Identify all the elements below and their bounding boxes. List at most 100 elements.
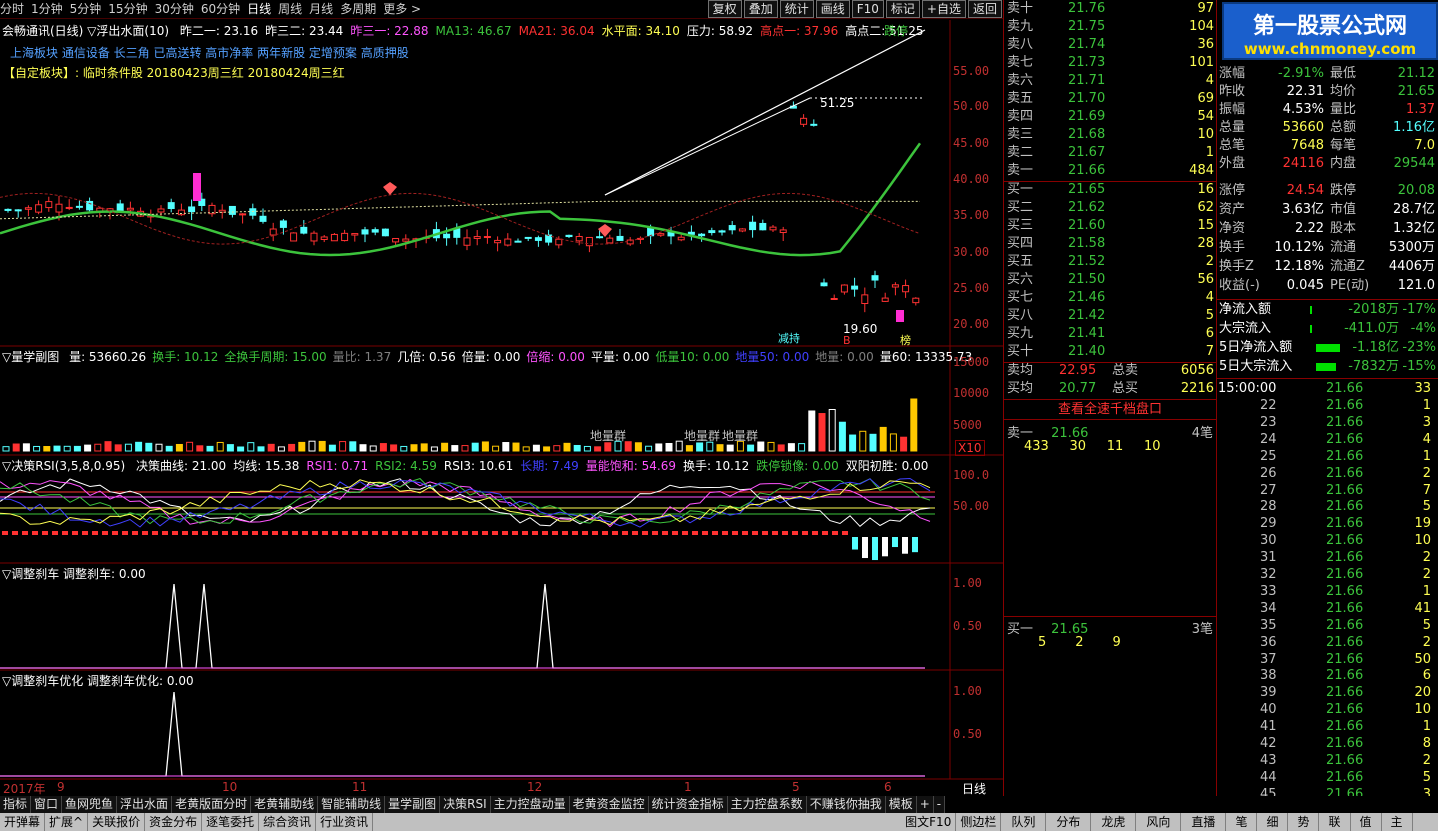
buy-mark[interactable]: B [843,334,851,347]
bottom-right-tab-2[interactable]: 队列 [1001,813,1047,831]
bid1-queue-3: 9 [1112,635,1121,650]
tick-index: 36 [1260,634,1277,650]
rsi-bar [552,531,558,535]
tick-row-1: 23 21.66 3 [1216,414,1438,431]
bottom-right-tab-9[interactable]: 势 [1288,813,1320,831]
flow-key: 5日大宗流入 [1219,359,1293,374]
ask-row-0[interactable]: 卖十 21.76 97 [1004,0,1216,18]
bottom-tab-14[interactable]: 模板 [885,796,917,813]
bottom-tab-8[interactable]: 决策RSI [440,796,491,813]
stat-value: 2.22 [1295,221,1324,236]
bottom-tab-12[interactable]: 主力控盘系数 [727,796,807,813]
bottom-link-4[interactable]: 逐笔委托 [202,813,260,831]
ask-row-5[interactable]: 卖五 21.70 69 [1004,90,1216,108]
ask-row-7[interactable]: 卖三 21.68 10 [1004,126,1216,144]
rsi-bar [662,531,668,535]
tick-index: 33 [1260,583,1277,599]
tick-price: 21.66 [1326,617,1364,633]
bottom-right-tab-3[interactable]: 分布 [1046,813,1092,831]
candle-body [514,240,522,243]
flow-key: 净流入额 [1219,302,1272,317]
ask-row-2[interactable]: 卖八 21.74 36 [1004,36,1216,54]
bottom-right-tab-1[interactable]: 侧边栏 [956,813,1002,831]
timeline-period[interactable]: 日线 [962,780,986,797]
bid-row-6[interactable]: 买七 21.46 4 [1004,289,1216,307]
bottom-tab-10[interactable]: 老黄资金监控 [569,796,649,813]
bid-row-2[interactable]: 买三 21.60 15 [1004,217,1216,235]
rsi-bar [362,531,368,535]
bid-row-4[interactable]: 买五 21.52 2 [1004,253,1216,271]
ask-row-8[interactable]: 卖二 21.67 1 [1004,144,1216,162]
bottom-link-2[interactable]: 关联报价 [88,813,146,831]
bottom-tab-6[interactable]: 智能辅助线 [318,796,386,813]
tick-price: 21.66 [1326,685,1364,701]
ask-row-9[interactable]: 卖一 21.66 484 [1004,162,1216,180]
bottom-link-1[interactable]: 扩展^ [45,813,89,831]
volume-bar [451,445,459,452]
tick-row-6: 28 21.66 5 [1216,498,1438,515]
bottom-tab-4[interactable]: 老黄版面分时 [172,796,252,813]
reduction-mark[interactable]: 减持 [778,330,800,346]
volume-bar [900,436,908,452]
rsi-bar [182,531,188,535]
ask-row-3[interactable]: 卖七 21.73 101 [1004,54,1216,72]
bottom-link-3[interactable]: 资金分布 [145,813,203,831]
candle-body [35,204,43,213]
bottom-tab-3[interactable]: 浮出水面 [117,796,173,813]
bottom-right-tab-7[interactable]: 笔 [1226,813,1258,831]
bottom-right-tab-11[interactable]: 值 [1351,813,1382,831]
bid-row-0[interactable]: 买一 21.65 16 [1004,181,1216,199]
bottom-right-tab-10[interactable]: 联 [1319,813,1351,831]
bid-row-5[interactable]: 买六 21.50 56 [1004,271,1216,289]
bid-row-8[interactable]: 买九 21.41 6 [1004,325,1216,343]
bottom-tab-5[interactable]: 老黄辅助线 [251,796,319,813]
bottom-link-0[interactable]: 开弹幕 [0,813,46,831]
tick-vol: 1 [1422,719,1431,735]
tick-index: 39 [1260,685,1277,701]
list-mark[interactable]: 榜 [900,332,911,348]
bottom-right-tab-5[interactable]: 风向 [1136,813,1182,831]
ground-label-3: 地量群 [722,429,759,443]
ask-row-6[interactable]: 卖四 21.69 54 [1004,108,1216,126]
rsi-bar [392,531,398,535]
ask-row-4[interactable]: 卖六 21.71 4 [1004,72,1216,90]
candle-body [402,238,410,242]
bottom-tab-11[interactable]: 统计资金指标 [648,796,728,813]
bottom-link-5[interactable]: 综合资讯 [259,813,317,831]
tick-price: 21.66 [1326,634,1364,650]
rsi-ind-1: 均线: 15.38 [233,459,300,473]
bottom-right-tab-12[interactable]: 主 [1382,813,1413,831]
tick-vol: 20 [1414,685,1431,701]
bottom-right-tab-8[interactable]: 细 [1257,813,1289,831]
bottom-tab-15[interactable]: + [916,796,934,813]
tick-vol: 8 [1422,736,1431,751]
bottom-tab-9[interactable]: 主力控盘动量 [490,796,570,813]
bottom-tab-7[interactable]: 量学副图 [385,796,441,813]
bid-row-9[interactable]: 买十 21.40 7 [1004,343,1216,361]
candle-body [830,297,838,300]
volume-bar [247,442,255,452]
volume-bar [461,445,469,452]
bid-row-1[interactable]: 买二 21.62 62 [1004,199,1216,217]
bottom-right-tab-4[interactable]: 龙虎 [1091,813,1137,831]
candle-body [269,228,277,236]
volume-scale[interactable]: X10 [955,440,985,456]
stat-key-2: 市值 [1330,202,1357,217]
bottom-tab-0[interactable]: 指标 [0,796,32,813]
bottom-tab-13[interactable]: 不赚钱你抽我 [806,796,886,813]
bottom-link-6[interactable]: 行业资讯 [316,813,374,831]
candle-body [596,236,604,239]
bottom-tab-2[interactable]: 鱼网兜鱼 [62,796,118,813]
full-depth-button[interactable]: 查看全速千档盘口 [1004,401,1216,419]
bottom-right-tab-0[interactable]: 图文F10 [901,813,957,831]
bottom-right-tab-6[interactable]: 直播 [1181,813,1227,831]
rsi-bar [902,537,908,554]
bid-row-7[interactable]: 买八 21.42 5 [1004,307,1216,325]
bid-vol: 62 [1197,200,1214,215]
rsi-bar [92,531,98,535]
ask-row-1[interactable]: 卖九 21.75 104 [1004,18,1216,36]
bid-row-3[interactable]: 买四 21.58 28 [1004,235,1216,253]
bottom-tab-1[interactable]: 窗口 [31,796,63,813]
bottom-tab-16[interactable]: - [933,796,946,813]
highlight-candle-2 [896,310,904,322]
